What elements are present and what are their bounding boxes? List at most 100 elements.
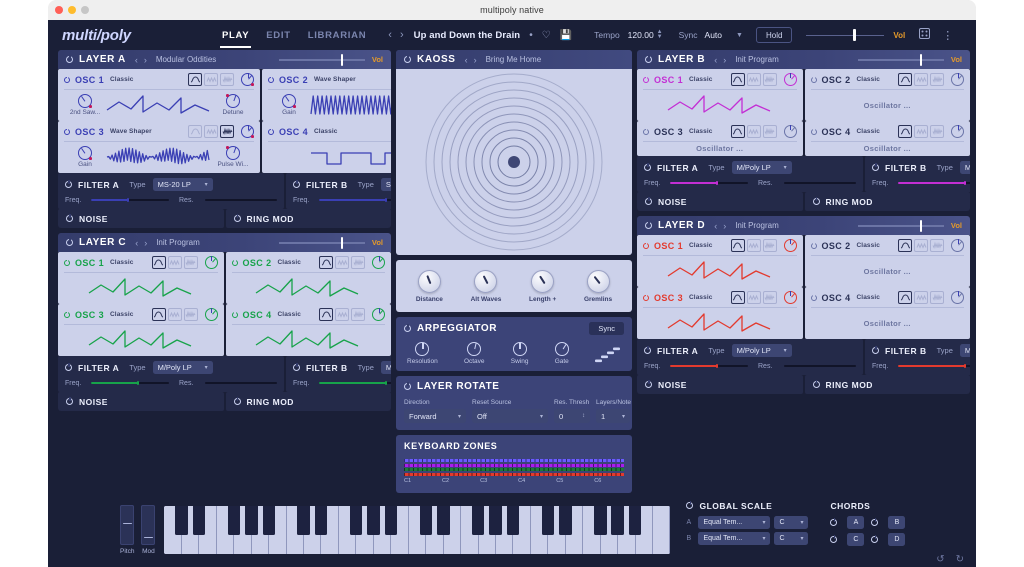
osc-power-icon[interactable] — [232, 312, 238, 318]
module-power-icon[interactable] — [234, 398, 241, 405]
pitch-wheel[interactable] — [120, 505, 134, 545]
filter-power-icon[interactable] — [872, 347, 879, 354]
layer-prev-program-d[interactable]: ‹ — [714, 221, 717, 231]
osc-wave-1-icon[interactable] — [152, 256, 166, 269]
module-ring-mod-b[interactable]: RING MOD — [805, 192, 971, 211]
chord-power-icon[interactable] — [871, 519, 878, 526]
osc-level-knob[interactable] — [951, 291, 964, 304]
osc-wave-2-icon[interactable] — [168, 256, 182, 269]
osc-wave-1-icon[interactable] — [319, 308, 333, 321]
kaoss-knob-dial[interactable] — [474, 270, 497, 293]
freq-slider[interactable] — [91, 196, 169, 204]
chord-power-icon[interactable] — [830, 519, 837, 526]
piano-black-key[interactable] — [315, 506, 328, 535]
layer-program-name-b[interactable]: Init Program — [735, 55, 779, 64]
layer-prev-program-a[interactable]: ‹ — [135, 55, 138, 65]
kaoss-xy-pad[interactable] — [396, 69, 632, 255]
chord-power-icon[interactable] — [871, 536, 878, 543]
sync-value[interactable]: Auto — [705, 30, 723, 40]
piano-black-key[interactable] — [228, 506, 241, 535]
slider-handle[interactable] — [964, 181, 966, 185]
piano-keyboard[interactable] — [164, 506, 670, 554]
piano-black-key[interactable] — [350, 506, 363, 535]
filter-type-select[interactable]: M/Poly LP▾ — [732, 161, 792, 174]
osc-wave-1-icon[interactable] — [319, 256, 333, 269]
osc-mode[interactable]: Classic — [278, 311, 301, 318]
filter-type-select[interactable]: SE M/P▾ — [381, 178, 391, 191]
osc-mode[interactable]: Classic — [314, 128, 337, 135]
osc-wave-2-icon[interactable] — [168, 308, 182, 321]
tempo-value[interactable]: 120.00 — [628, 30, 654, 40]
slider-handle[interactable] — [137, 381, 139, 385]
freq-slider[interactable] — [319, 379, 391, 387]
osc-level-knob[interactable] — [784, 73, 797, 86]
osc-wave-3-icon[interactable] — [184, 256, 198, 269]
osc-mode[interactable]: Classic — [857, 242, 880, 249]
osc-level-knob[interactable] — [205, 256, 218, 269]
osc-wave-3-icon[interactable] — [351, 256, 365, 269]
osc-wave-1-icon[interactable] — [188, 125, 202, 138]
slider-handle[interactable] — [716, 181, 718, 185]
osc-wave-2-icon[interactable] — [335, 256, 349, 269]
osc-wave-3-icon[interactable] — [351, 308, 365, 321]
layer-power-icon-d[interactable] — [645, 222, 652, 229]
arpeggiator-knob-dial[interactable] — [467, 342, 481, 356]
layer-volume-thumb-c[interactable] — [341, 237, 344, 249]
osc-mode[interactable]: Wave Shaper — [110, 128, 152, 135]
piano-black-key[interactable] — [611, 506, 624, 535]
stepper-icon[interactable]: ↕ — [578, 413, 585, 419]
freq-slider[interactable] — [670, 362, 748, 370]
freq-slider[interactable] — [898, 179, 970, 187]
redo-icon[interactable]: ↻ — [956, 554, 964, 565]
layer-rotate-select[interactable]: 1▾ — [596, 409, 630, 423]
osc-wave-1-icon[interactable] — [731, 73, 745, 86]
layer-program-name-d[interactable]: Init Program — [735, 221, 779, 230]
layer-rotate-stepper[interactable]: 0↕ — [554, 409, 590, 423]
global-scale-root-select[interactable]: C▾ — [774, 516, 808, 529]
osc-left-knob[interactable]: Gain — [269, 94, 309, 116]
freq-slider[interactable] — [670, 179, 748, 187]
freq-slider[interactable] — [898, 362, 970, 370]
arpeggiator-pattern-icon[interactable] — [595, 345, 621, 365]
tab-librarian[interactable]: LIBRARIAN — [308, 20, 367, 50]
filter-power-icon[interactable] — [293, 364, 300, 371]
osc-wave-1-icon[interactable] — [898, 73, 912, 86]
osc-power-icon[interactable] — [64, 77, 70, 83]
osc-wave-3-icon[interactable] — [763, 125, 777, 138]
tab-play[interactable]: PLAY — [222, 20, 249, 50]
layer-volume-thumb-b[interactable] — [920, 54, 923, 66]
chord-button[interactable]: C — [847, 533, 864, 546]
osc-left-knob-dial[interactable] — [78, 146, 92, 160]
global-scale-root-select[interactable]: C▾ — [774, 532, 808, 545]
osc-wave-3-icon[interactable] — [220, 73, 234, 86]
filter-power-icon[interactable] — [644, 164, 651, 171]
res-slider[interactable] — [205, 196, 277, 204]
osc-power-icon[interactable] — [64, 260, 70, 266]
filter-power-icon[interactable] — [293, 181, 300, 188]
chord-button[interactable]: A — [847, 516, 864, 529]
osc-wave-3-icon[interactable] — [763, 291, 777, 304]
osc-wave-2-icon[interactable] — [747, 73, 761, 86]
sync-chevron-down-icon[interactable]: ▼ — [736, 32, 743, 39]
osc-power-icon[interactable] — [811, 77, 817, 83]
piano-black-key[interactable] — [385, 506, 398, 535]
slider-handle[interactable] — [964, 364, 966, 368]
piano-black-key[interactable] — [489, 506, 502, 535]
filter-power-icon[interactable] — [872, 164, 879, 171]
layer-power-icon-b[interactable] — [645, 56, 652, 63]
volume-thumb[interactable] — [853, 29, 856, 41]
piano-black-key[interactable] — [559, 506, 572, 535]
osc-wave-1-icon[interactable] — [731, 239, 745, 252]
osc-mode[interactable]: Classic — [278, 259, 301, 266]
osc-left-knob-dial[interactable] — [282, 94, 296, 108]
layer-next-program-b[interactable]: › — [723, 55, 726, 65]
osc-power-icon[interactable] — [268, 77, 274, 83]
module-power-icon[interactable] — [813, 198, 820, 205]
filter-type-select[interactable]: M/Poly LP▾ — [732, 344, 792, 357]
osc-power-icon[interactable] — [811, 243, 817, 249]
osc-right-knob[interactable]: Pulse Wi... — [213, 146, 253, 168]
hold-button[interactable]: Hold — [756, 27, 792, 43]
osc-wave-2-icon[interactable] — [335, 308, 349, 321]
layer-volume-slider-b[interactable] — [858, 55, 944, 65]
filter-type-select[interactable]: M/Poly LP▾ — [153, 361, 213, 374]
